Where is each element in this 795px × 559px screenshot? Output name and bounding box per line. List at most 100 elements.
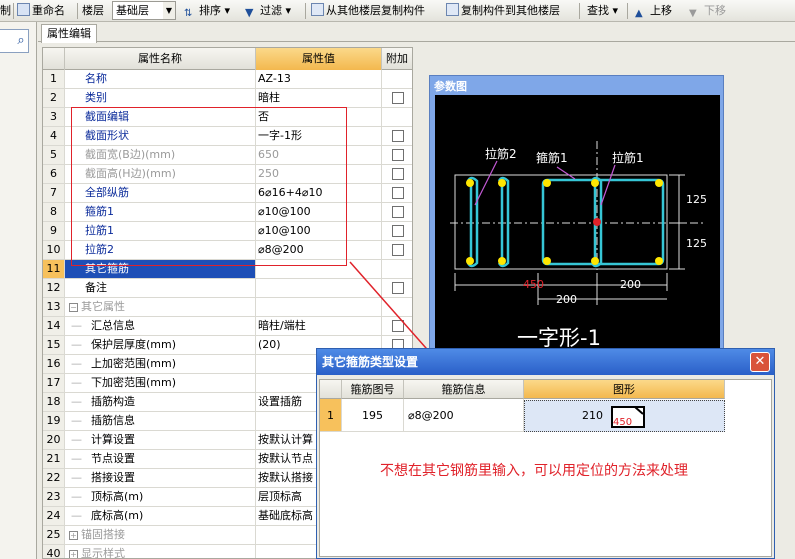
property-name[interactable]: — 下加密范围(mm) [65,374,256,392]
property-name-label: 顶标高(m) [91,490,144,503]
tab-property-edit[interactable]: 属性编辑 [41,24,97,43]
table-row[interactable]: 14 — 汇总信息 暗柱/端柱 [43,317,412,336]
extra-checkbox[interactable] [392,244,404,256]
close-icon[interactable]: ✕ [750,352,770,372]
property-name[interactable]: — 顶标高(m) [65,488,256,506]
property-value[interactable]: 暗柱/端柱 [256,317,382,335]
header-extra[interactable]: 附加 [382,48,412,70]
copy-from-icon [311,3,324,16]
find-button[interactable]: 查找 ▾ [587,0,618,21]
expand-icon[interactable]: + [69,531,78,540]
header-value[interactable]: 属性值 [256,48,382,70]
tree-branch-icon: — [71,414,82,427]
table-row[interactable]: 2 类别 暗柱 [43,89,412,108]
property-name[interactable]: — 汇总信息 [65,317,256,335]
row-number: 6 [43,165,65,183]
row-number: 10 [43,241,65,259]
move-up-button[interactable]: ▲ 上移 [635,0,672,21]
property-name-label: 插筋信息 [91,414,135,427]
dialog-header-code[interactable]: 箍筋图号 [342,380,404,399]
property-name[interactable]: 名称 [65,70,256,88]
property-extra [382,222,412,240]
property-value[interactable] [256,298,382,316]
row-number: 22 [43,469,65,487]
property-name-label: 类别 [85,91,107,104]
move-down-button[interactable]: ▼ 下移 [689,0,726,21]
header-name[interactable]: 属性名称 [65,48,256,70]
copy-to-floor-button[interactable]: 复制构件到其他楼层 [446,0,560,21]
expand-icon[interactable]: + [69,550,78,558]
property-value[interactable] [256,279,382,297]
sort-label: 排序 [199,4,221,17]
property-name[interactable]: — 保护层厚度(mm) [65,336,256,354]
property-name[interactable]: − 其它属性 [65,298,256,316]
property-name-label: 显示样式 [81,547,125,559]
rebar-dot [655,257,663,265]
property-name[interactable]: — 插筋信息 [65,412,256,430]
row-number: 23 [43,488,65,506]
property-name-label: 其它属性 [81,300,125,313]
dialog-row-code[interactable]: 195 [342,399,404,432]
dialog-title: 其它箍筋类型设置 [317,349,774,375]
dialog-header-shape[interactable]: 图形 [524,380,725,399]
rename-icon [17,3,30,16]
sort-button[interactable]: ⇅ 排序 ▾ [184,0,230,21]
property-value[interactable]: AZ-13 [256,70,382,88]
floor-select[interactable]: 基础层 ▼ [112,1,176,20]
extra-checkbox[interactable] [392,282,404,294]
row-number: 19 [43,412,65,430]
annotation-note: 不想在其它钢筋里输入，可以用定位的方法来处理 [380,463,688,479]
property-name-label: 备注 [85,281,107,294]
extra-checkbox[interactable] [392,187,404,199]
table-row[interactable]: 13− 其它属性 [43,298,412,317]
dialog-header-info[interactable]: 箍筋信息 [404,380,524,399]
cut-button[interactable]: 制 [0,0,11,21]
section-outline [454,174,668,270]
filter-label: 过滤 [260,4,282,17]
rebar-dot [591,257,599,265]
property-name-label: 底标高(m) [91,509,144,522]
property-name[interactable]: 备注 [65,279,256,297]
find-label: 查找 [587,4,609,17]
dim-200-right: 200 [620,278,641,291]
property-name[interactable]: — 节点设置 [65,450,256,468]
property-name[interactable]: — 搭接设置 [65,469,256,487]
collapse-icon[interactable]: − [69,303,78,312]
filter-button[interactable]: ▼ 过滤 ▾ [245,0,291,21]
property-value[interactable]: 暗柱 [256,89,382,107]
property-extra [382,317,412,335]
property-name[interactable]: + 显示样式 [65,545,256,559]
copy-from-floor-button[interactable]: 从其他楼层复制构件 [311,0,425,21]
property-name[interactable]: — 底标高(m) [65,507,256,525]
search-icon[interactable]: ⌕ [10,31,32,51]
shape-name: 一字形-1 [517,326,601,350]
dialog-row-shape[interactable]: 210 450 [524,400,725,432]
rebar-dot [543,257,551,265]
table-row[interactable]: 12 备注 [43,279,412,298]
toolbar-separator [627,3,628,19]
property-name[interactable]: + 锚固搭接 [65,526,256,544]
row-number: 3 [43,108,65,126]
copy-from-label: 从其他楼层复制构件 [326,4,425,17]
extra-checkbox[interactable] [392,92,404,104]
other-stirrup-dialog: 其它箍筋类型设置 ✕ 箍筋图号 箍筋信息 图形 1 195 ⌀8@200 210… [316,348,775,559]
property-name[interactable]: — 计算设置 [65,431,256,449]
extra-checkbox[interactable] [392,130,404,142]
property-name[interactable]: — 插筋构造 [65,393,256,411]
rename-button[interactable]: 重命名 [17,0,65,21]
row-number: 40 [43,545,65,558]
property-extra [382,203,412,221]
dialog-row-info[interactable]: ⌀8@200 [404,399,524,432]
parameter-diagram-panel: 参数图 拉筋2 箍筋1 拉筋1 125 125 450 200 200 一字形-… [429,75,724,355]
property-name[interactable]: 类别 [65,89,256,107]
property-name[interactable]: — 上加密范围(mm) [65,355,256,373]
extra-checkbox[interactable] [392,168,404,180]
row-number: 21 [43,450,65,468]
tree-branch-icon: — [71,490,82,503]
table-row[interactable]: 1 名称 AZ-13 [43,70,412,89]
extra-checkbox[interactable] [392,149,404,161]
extra-checkbox[interactable] [392,320,404,332]
extra-checkbox[interactable] [392,206,404,218]
extra-checkbox[interactable] [392,225,404,237]
row-number: 12 [43,279,65,297]
